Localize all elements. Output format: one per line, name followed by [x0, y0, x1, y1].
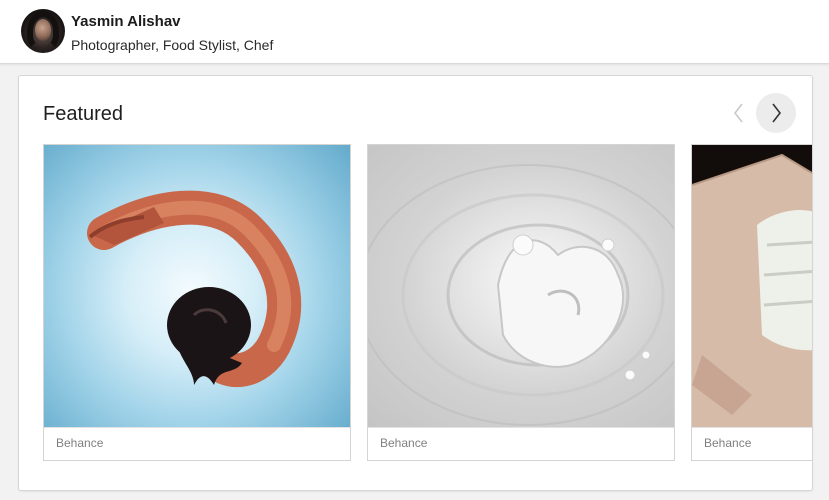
- featured-card: Featured Behance Behance Behance: [18, 75, 813, 491]
- chevron-right-icon: [772, 103, 782, 123]
- shrimp-photo: [87, 190, 302, 388]
- featured-item[interactable]: Behance: [43, 144, 351, 461]
- chevron-left-icon: [733, 103, 743, 123]
- featured-image: [44, 145, 350, 427]
- splash-photo: [368, 164, 674, 426]
- item-source: Behance: [704, 436, 752, 450]
- carousel-prev-button[interactable]: [719, 93, 759, 133]
- item-source: Behance: [56, 436, 104, 450]
- profile-subtitle: Photographer, Food Stylist, Chef: [71, 37, 274, 53]
- featured-item[interactable]: Behance: [367, 144, 675, 461]
- featured-image: [368, 145, 674, 427]
- section-title: Featured: [43, 103, 124, 125]
- avatar[interactable]: [21, 9, 65, 53]
- avatar-face: [35, 19, 51, 41]
- featured-image: [692, 145, 812, 427]
- tile-divider: [692, 427, 812, 428]
- profile-name[interactable]: Yasmin Alishav: [71, 13, 181, 30]
- carousel-next-button[interactable]: [756, 93, 796, 133]
- tile-divider: [44, 427, 350, 428]
- tile-divider: [368, 427, 674, 428]
- item-source: Behance: [380, 436, 428, 450]
- featured-item[interactable]: Behance: [691, 144, 812, 461]
- pastry-photo: [692, 153, 812, 427]
- profile-header: Yasmin Alishav Photographer, Food Stylis…: [0, 0, 829, 64]
